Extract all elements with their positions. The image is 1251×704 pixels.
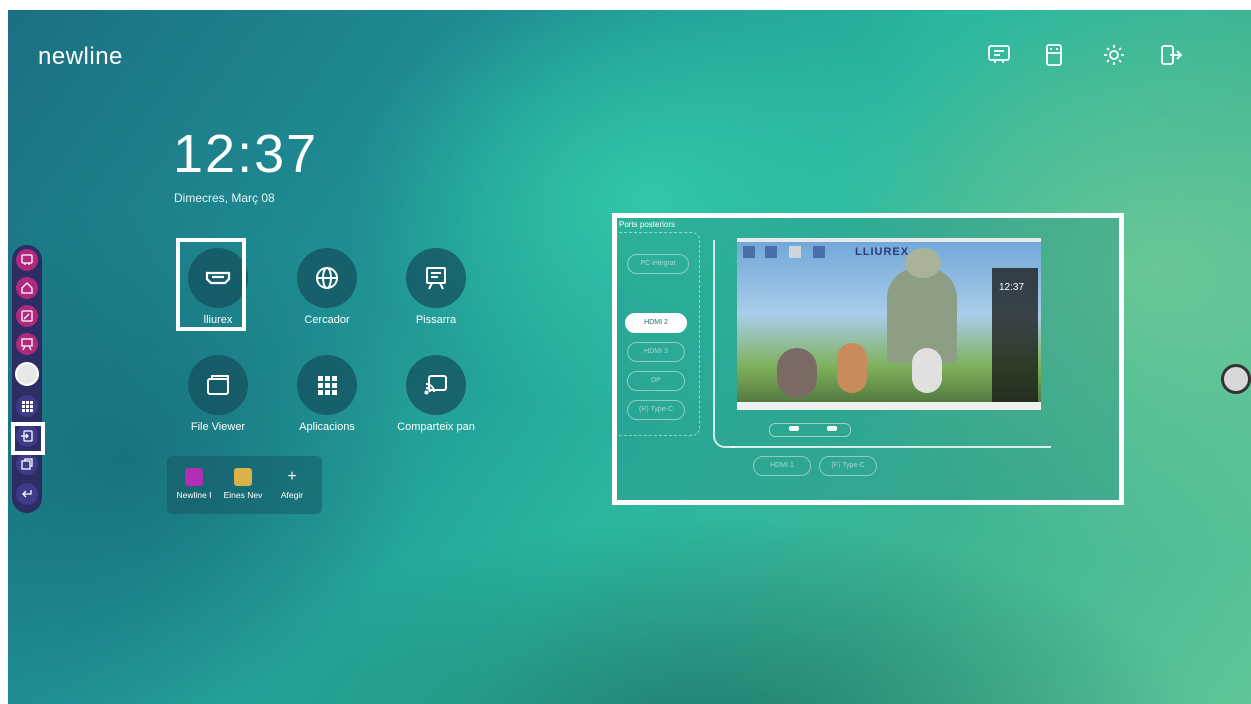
usb-icon[interactable] xyxy=(1041,42,1067,68)
character-illustration xyxy=(777,348,817,398)
annotate-icon[interactable] xyxy=(16,249,38,271)
dock-label: Afegir xyxy=(280,490,304,500)
left-sidebar xyxy=(12,245,42,513)
desktop-file-icon xyxy=(743,246,755,258)
folder-icon xyxy=(188,355,248,415)
dock-item-eines[interactable]: Eines Nev xyxy=(220,468,266,500)
gear-icon[interactable] xyxy=(1101,42,1127,68)
clock-date: Dimecres, Març 08 xyxy=(174,191,275,205)
globe-icon xyxy=(297,248,357,308)
app-label: File Viewer xyxy=(190,421,246,433)
tools-app-icon xyxy=(234,468,252,486)
frame-line xyxy=(731,446,1051,448)
highlight-box xyxy=(176,238,246,331)
connector-icon xyxy=(789,426,799,431)
app-cercador[interactable]: Cercador xyxy=(272,248,382,348)
back-icon[interactable] xyxy=(16,483,38,505)
app-label: Cercador xyxy=(304,314,350,326)
port-pc-integrat[interactable]: PC integrat xyxy=(627,254,689,274)
port-dp[interactable]: DP xyxy=(627,371,685,391)
frame-line xyxy=(713,240,735,448)
inner-clock: 12:37 xyxy=(999,282,1025,293)
inner-brand: LLIUREX xyxy=(855,246,910,258)
whiteboard-icon xyxy=(406,248,466,308)
grid-icon xyxy=(297,355,357,415)
home-icon[interactable] xyxy=(16,277,38,299)
exit-icon[interactable] xyxy=(1158,42,1184,68)
app-aplicacions[interactable]: Aplicacions xyxy=(272,355,382,455)
desktop-file-icon xyxy=(765,246,777,258)
board-icon[interactable] xyxy=(986,42,1012,68)
port-hdmi-3[interactable]: HDMI 3 xyxy=(627,342,685,362)
brand-logo: newline xyxy=(38,43,123,70)
desktop-file-icon xyxy=(789,246,801,258)
port-front-type-c[interactable]: (F) Type-C xyxy=(819,456,877,476)
input-preview-panel[interactable]: Ports posteriors PC integrat HDMI 2 HDMI… xyxy=(612,213,1124,505)
apps-icon[interactable] xyxy=(16,395,38,417)
edit-icon[interactable] xyxy=(16,305,38,327)
newline-app-icon xyxy=(185,468,203,486)
port-type-c[interactable]: (R) Type-C xyxy=(627,400,685,420)
floating-menu-button[interactable] xyxy=(1221,364,1251,394)
dock-label: Eines Nev xyxy=(223,490,263,500)
desktop-screen: newline 12:37 Dimecres, Març 08 lliurex … xyxy=(8,10,1251,704)
dock-item-afegir[interactable]: + Afegir xyxy=(269,468,315,500)
highlight-box xyxy=(11,422,45,455)
windows-icon[interactable] xyxy=(16,453,38,475)
board-icon[interactable] xyxy=(16,333,38,355)
preview-title: Ports posteriors xyxy=(619,220,676,229)
source-preview-screenshot: LLIUREX 12:37 xyxy=(737,238,1041,410)
port-hdmi-2[interactable]: HDMI 2 xyxy=(625,313,687,333)
character-illustration xyxy=(837,343,867,393)
plus-icon: + xyxy=(287,468,297,485)
desktop-file-icon xyxy=(813,246,825,258)
app-label: Comparteix pan xyxy=(397,421,475,433)
app-file-viewer[interactable]: File Viewer xyxy=(163,355,273,455)
clock-time: 12:37 xyxy=(173,124,319,184)
app-pissarra[interactable]: Pissarra xyxy=(381,248,491,348)
port-connector-group xyxy=(769,423,851,437)
port-hdmi-1[interactable]: HDMI 1 xyxy=(753,456,811,476)
app-comparteix-pantalla[interactable]: Comparteix pan xyxy=(381,355,491,455)
dock-item-newline[interactable]: Newline I xyxy=(171,468,217,500)
character-illustration xyxy=(912,348,942,393)
round-button-icon[interactable] xyxy=(15,362,39,386)
app-label: Aplicacions xyxy=(299,421,355,433)
castle-illustration xyxy=(905,248,941,278)
quick-dock: Newline I Eines Nev + Afegir xyxy=(167,456,322,514)
app-label: Pissarra xyxy=(415,314,457,326)
connector-icon xyxy=(827,426,837,431)
dock-label: Newline I xyxy=(176,490,212,500)
cast-icon xyxy=(406,355,466,415)
taskbar xyxy=(737,402,1041,410)
